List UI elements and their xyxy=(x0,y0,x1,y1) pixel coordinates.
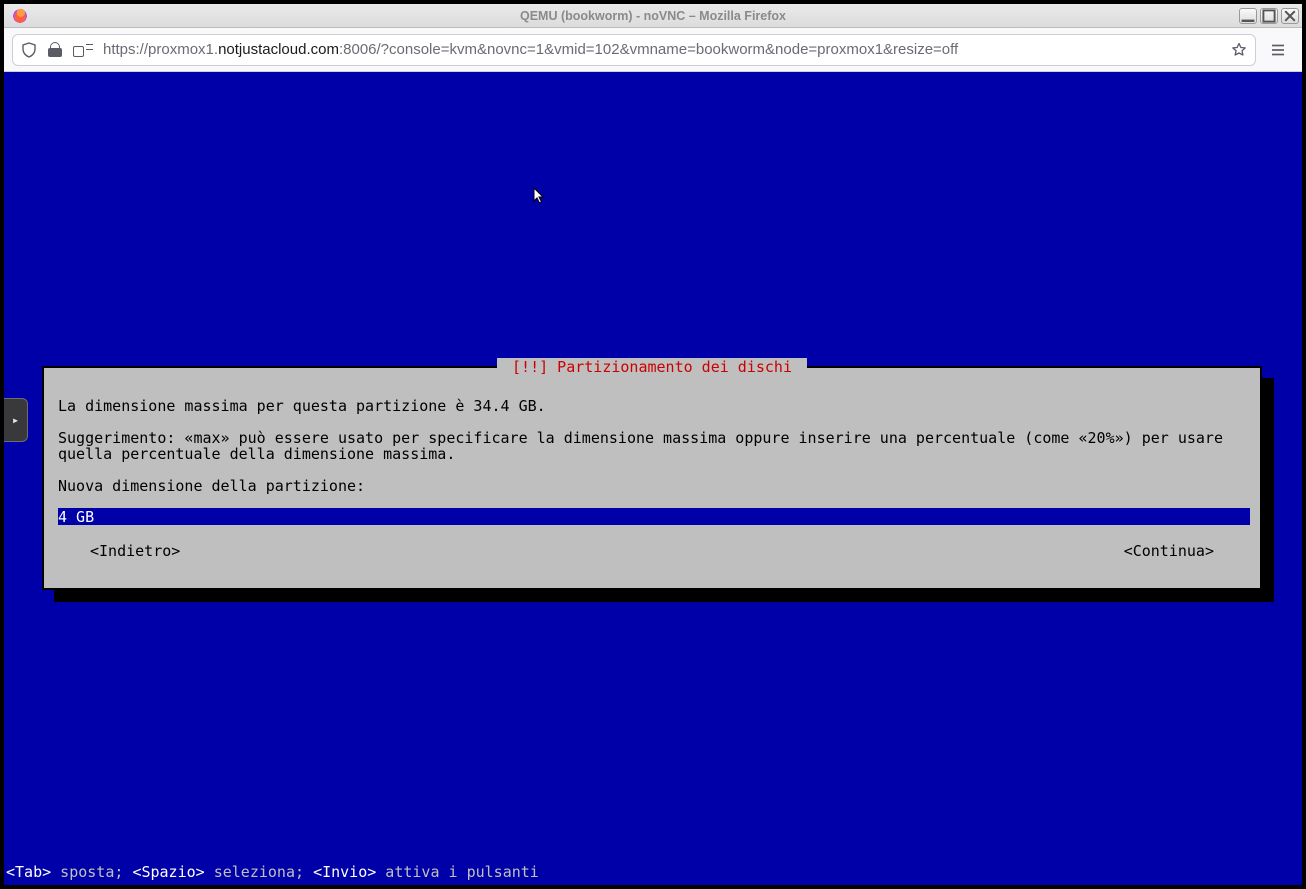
url-scheme: https:// xyxy=(103,41,148,58)
bookmark-star-icon[interactable] xyxy=(1231,42,1247,58)
keyboard-help-line: <Tab> sposta; <Spazio> seleziona; <Invio… xyxy=(6,863,539,881)
dialog-prompt: Nuova dimensione della partizione: xyxy=(58,478,1246,494)
vnc-console[interactable]: ▸ [!!] Partizionamento dei dischi La dim… xyxy=(4,72,1302,885)
window-controls xyxy=(1239,8,1302,24)
back-button[interactable]: <Indietro> xyxy=(90,542,180,560)
window-minimize-button[interactable] xyxy=(1239,8,1257,24)
window-maximize-button[interactable] xyxy=(1260,8,1278,24)
window-close-button[interactable] xyxy=(1281,8,1299,24)
dialog-text-maxsize: La dimensione massima per questa partizi… xyxy=(58,398,1246,414)
continue-button[interactable]: <Continua> xyxy=(1124,542,1214,560)
app-menu-button[interactable] xyxy=(1262,34,1294,66)
address-bar[interactable]: https://proxmox1.notjustacloud.com:8006/… xyxy=(12,34,1256,66)
url-text: https://proxmox1.notjustacloud.com:8006/… xyxy=(103,41,1221,58)
browser-window: QEMU (bookworm) - noVNC – Mozilla Firefo… xyxy=(3,3,1303,886)
dialog-text-hint: Suggerimento: «max» può essere usato per… xyxy=(58,430,1246,462)
lock-icon xyxy=(47,42,63,58)
partition-dialog: [!!] Partizionamento dei dischi La dimen… xyxy=(42,366,1262,590)
window-title-bar: QEMU (bookworm) - noVNC – Mozilla Firefo… xyxy=(4,4,1302,28)
dialog-title: [!!] Partizionamento dei dischi xyxy=(497,358,807,376)
permissions-icon xyxy=(73,43,93,57)
mouse-cursor-icon xyxy=(533,187,545,205)
window-title: QEMU (bookworm) - noVNC – Mozilla Firefo… xyxy=(4,9,1302,23)
url-host: notjustacloud.com xyxy=(218,41,339,58)
partition-size-input[interactable] xyxy=(58,508,1250,525)
novnc-panel-handle[interactable]: ▸ xyxy=(4,398,28,442)
chevron-right-icon: ▸ xyxy=(12,413,19,427)
shield-icon xyxy=(21,42,37,58)
url-subdomain: proxmox1. xyxy=(148,41,218,58)
url-path: :8006/?console=kvm&novnc=1&vmid=102&vmna… xyxy=(339,41,958,58)
dialog-button-row: <Indietro> <Continua> xyxy=(58,542,1246,560)
firefox-icon xyxy=(12,8,28,24)
browser-toolbar: https://proxmox1.notjustacloud.com:8006/… xyxy=(4,28,1302,72)
